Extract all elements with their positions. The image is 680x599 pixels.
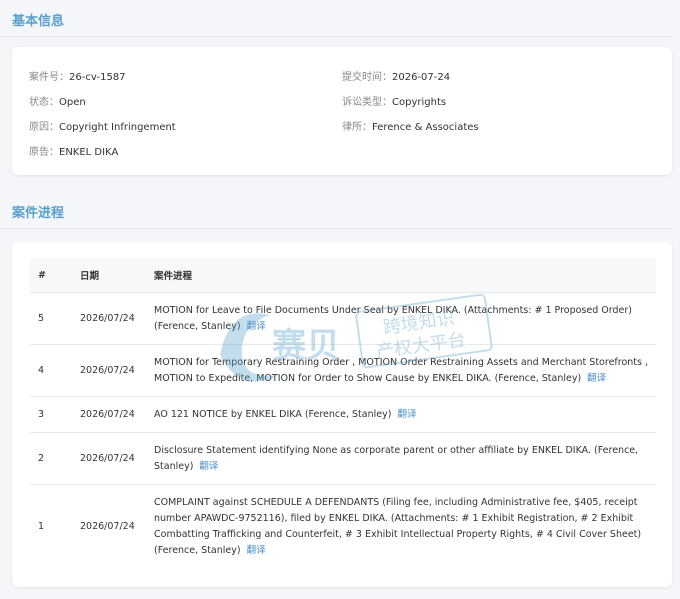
table-row: 1 2026/07/24 COMPLAINT against SCHEDULE … xyxy=(30,484,656,569)
row-text: COMPLAINT against SCHEDULE A DEFENDANTS … xyxy=(154,496,642,556)
filed-date-label: 提交时间： xyxy=(342,72,392,83)
section-title-basic-info: 基本信息 xyxy=(12,14,65,29)
row-text: MOTION for Leave to File Documents Under… xyxy=(154,304,632,332)
row-text: MOTION for Temporary Restraining Order ,… xyxy=(154,356,649,384)
table-row: 2 2026/07/24 Disclosure Statement identi… xyxy=(30,432,656,485)
cause-value: Copyright Infringement xyxy=(59,122,176,133)
law-firm-field: 律所：Ference & Associates xyxy=(342,118,479,133)
row-date: 2026/07/24 xyxy=(72,484,146,569)
row-progress: COMPLAINT against SCHEDULE A DEFENDANTS … xyxy=(146,484,656,569)
row-progress: MOTION for Leave to File Documents Under… xyxy=(146,292,656,345)
table-row: 3 2026/07/24 AO 121 NOTICE by ENKEL DIKA… xyxy=(30,396,656,433)
table-header-row: # 日期 案件进程 xyxy=(30,258,656,293)
row-text: AO 121 NOTICE by ENKEL DIKA (Ference, St… xyxy=(154,408,392,420)
basic-info-card: 案件号：26-cv-1587 提交时间：2026-07-24 状态：Open 诉… xyxy=(12,47,672,175)
law-firm-label: 律所： xyxy=(342,122,372,133)
case-type-label: 诉讼类型： xyxy=(342,97,392,108)
cause-field: 原因：Copyright Infringement xyxy=(29,118,176,133)
row-text: Disclosure Statement identifying None as… xyxy=(154,444,639,472)
column-header-progress: 案件进程 xyxy=(146,258,656,293)
plaintiff-field: 原告：ENKEL DIKA xyxy=(29,143,118,158)
row-number: 1 xyxy=(30,484,72,569)
row-number: 4 xyxy=(30,344,72,397)
case-type-value: Copyrights xyxy=(392,97,447,108)
row-date: 2026/07/24 xyxy=(72,396,146,433)
status-label: 状态： xyxy=(29,97,59,108)
law-firm-value: Ference & Associates xyxy=(372,122,479,133)
divider xyxy=(0,36,672,37)
plaintiff-value: ENKEL DIKA xyxy=(59,147,119,158)
docket-table: # 日期 案件进程 5 2026/07/24 MOTION for Leave … xyxy=(30,258,656,569)
section-title-case-progress: 案件进程 xyxy=(12,206,65,221)
translate-link[interactable]: 翻译 xyxy=(587,373,606,384)
cause-label: 原因： xyxy=(29,122,59,133)
case-type-field: 诉讼类型：Copyrights xyxy=(342,93,446,108)
status-field: 状态：Open xyxy=(29,93,86,108)
case-number-field: 案件号：26-cv-1587 xyxy=(29,68,126,83)
filed-date-field: 提交时间：2026-07-24 xyxy=(342,68,450,83)
status-value: Open xyxy=(59,97,86,108)
case-number-value: 26-cv-1587 xyxy=(69,72,126,83)
plaintiff-label: 原告： xyxy=(29,147,59,158)
row-date: 2026/07/24 xyxy=(72,432,146,485)
table-row: 4 2026/07/24 MOTION for Temporary Restra… xyxy=(30,344,656,397)
row-number: 2 xyxy=(30,432,72,485)
row-number: 5 xyxy=(30,292,72,345)
filed-date-value: 2026-07-24 xyxy=(392,72,451,83)
row-date: 2026/07/24 xyxy=(72,344,146,397)
translate-link[interactable]: 翻译 xyxy=(247,545,266,556)
column-header-number: # xyxy=(30,258,72,293)
translate-link[interactable]: 翻译 xyxy=(397,409,416,420)
row-number: 3 xyxy=(30,396,72,433)
table-row: 5 2026/07/24 MOTION for Leave to File Do… xyxy=(30,292,656,345)
row-progress: AO 121 NOTICE by ENKEL DIKA (Ference, St… xyxy=(146,396,656,433)
translate-link[interactable]: 翻译 xyxy=(247,321,266,332)
case-progress-card: # 日期 案件进程 5 2026/07/24 MOTION for Leave … xyxy=(12,242,672,587)
case-number-label: 案件号： xyxy=(29,72,69,83)
divider xyxy=(0,228,672,229)
translate-link[interactable]: 翻译 xyxy=(199,461,218,472)
row-date: 2026/07/24 xyxy=(72,292,146,345)
row-progress: MOTION for Temporary Restraining Order ,… xyxy=(146,344,656,397)
row-progress: Disclosure Statement identifying None as… xyxy=(146,432,656,485)
column-header-date: 日期 xyxy=(72,258,146,293)
